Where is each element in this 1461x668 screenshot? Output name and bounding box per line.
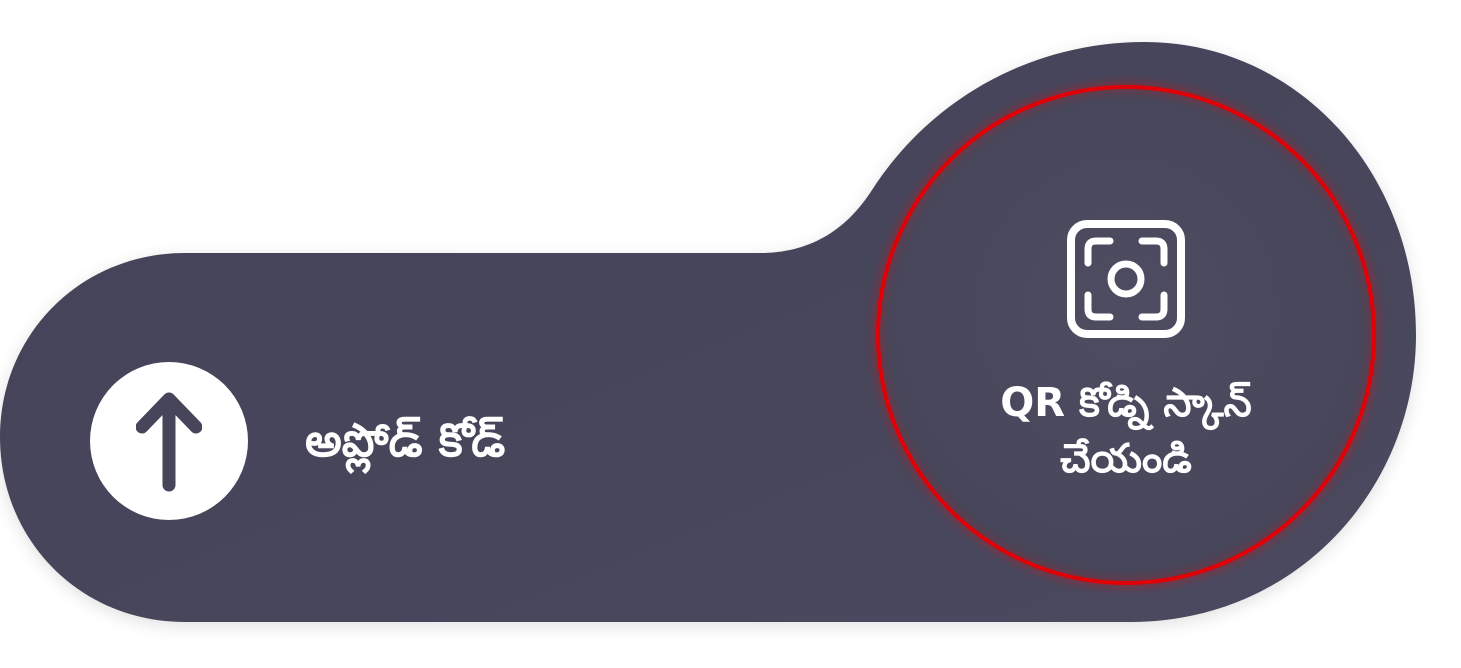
upload-icon-circle [90,362,248,520]
arrow-up-icon [136,392,202,492]
upload-code-button[interactable]: అప్లోడ్ కోడ్ [60,330,620,550]
scan-qr-label-line-2: చేయండి [1060,436,1192,482]
qr-scan-icon [1067,220,1185,338]
scan-qr-button[interactable]: QR కోడ్ని స్కాన్ చేయండి [876,85,1376,585]
scan-qr-label: QR కోడ్ని స్కాన్ చేయండి [916,375,1336,487]
upload-code-label: అప్లోడ్ కోడ్ [305,413,506,467]
scan-qr-label-line-1: QR కోడ్ని స్కాన్ [1000,380,1252,426]
code-input-widget: అప్లోడ్ కోడ్ QR కోడ్ని స్కాన్ చేయండి [0,0,1461,668]
